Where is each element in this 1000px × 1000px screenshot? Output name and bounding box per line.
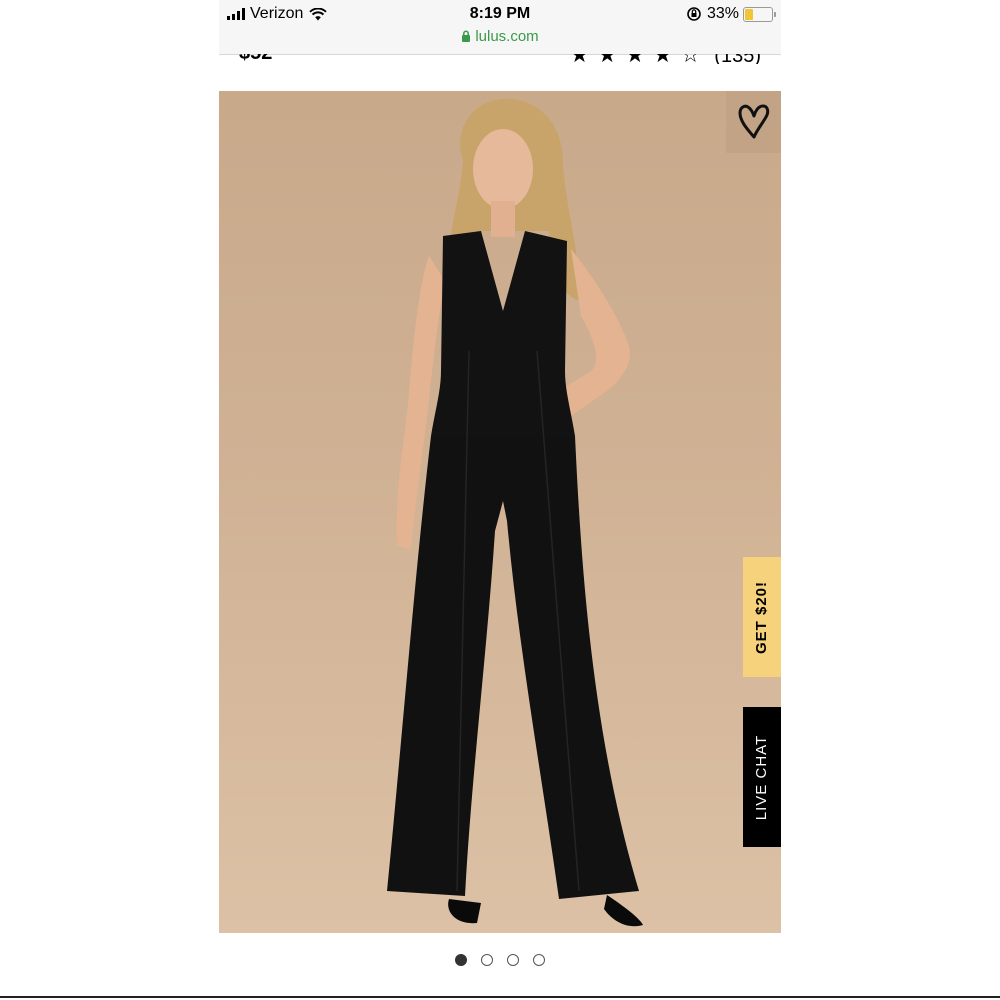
battery-percent: 33% [706, 5, 739, 22]
bottom-divider [0, 996, 1000, 998]
product-image[interactable]: GET $20! LIVE CHAT [219, 91, 781, 933]
battery-icon [743, 6, 776, 22]
product-price: $52 [239, 54, 272, 64]
product-summary-row: $52 ★★★★☆ (135) [219, 54, 781, 64]
carousel-dot-3[interactable] [507, 954, 519, 966]
rotation-lock-icon [687, 7, 701, 21]
carousel-dot-2[interactable] [481, 954, 493, 966]
url-text: lulus.com [475, 28, 539, 45]
status-right: 33% [686, 5, 776, 23]
battery-fill [745, 8, 753, 20]
promo-label: GET $20! [753, 580, 771, 654]
url-bar[interactable]: lulus.com [219, 28, 781, 45]
phone-screen: Verizon 8:19 PM 33% lulus.com GET $20! L… [219, 0, 781, 1000]
carousel-dots [219, 954, 781, 966]
heart-icon [738, 104, 769, 139]
carousel-dot-1[interactable] [455, 954, 467, 966]
star-icons: ★★★★☆ [570, 54, 709, 64]
model-figure [387, 98, 643, 927]
review-count: (135) [714, 54, 761, 64]
carousel-dot-4[interactable] [533, 954, 545, 966]
live-chat-tab[interactable]: LIVE CHAT [743, 707, 781, 847]
promo-tab[interactable]: GET $20! [743, 557, 781, 677]
lock-icon [462, 30, 471, 42]
rating-stars[interactable]: ★★★★☆ (135) [570, 54, 761, 64]
wishlist-button[interactable] [726, 91, 781, 153]
live-chat-label: LIVE CHAT [753, 734, 771, 820]
status-bar: Verizon 8:19 PM 33% lulus.com [219, 0, 781, 55]
